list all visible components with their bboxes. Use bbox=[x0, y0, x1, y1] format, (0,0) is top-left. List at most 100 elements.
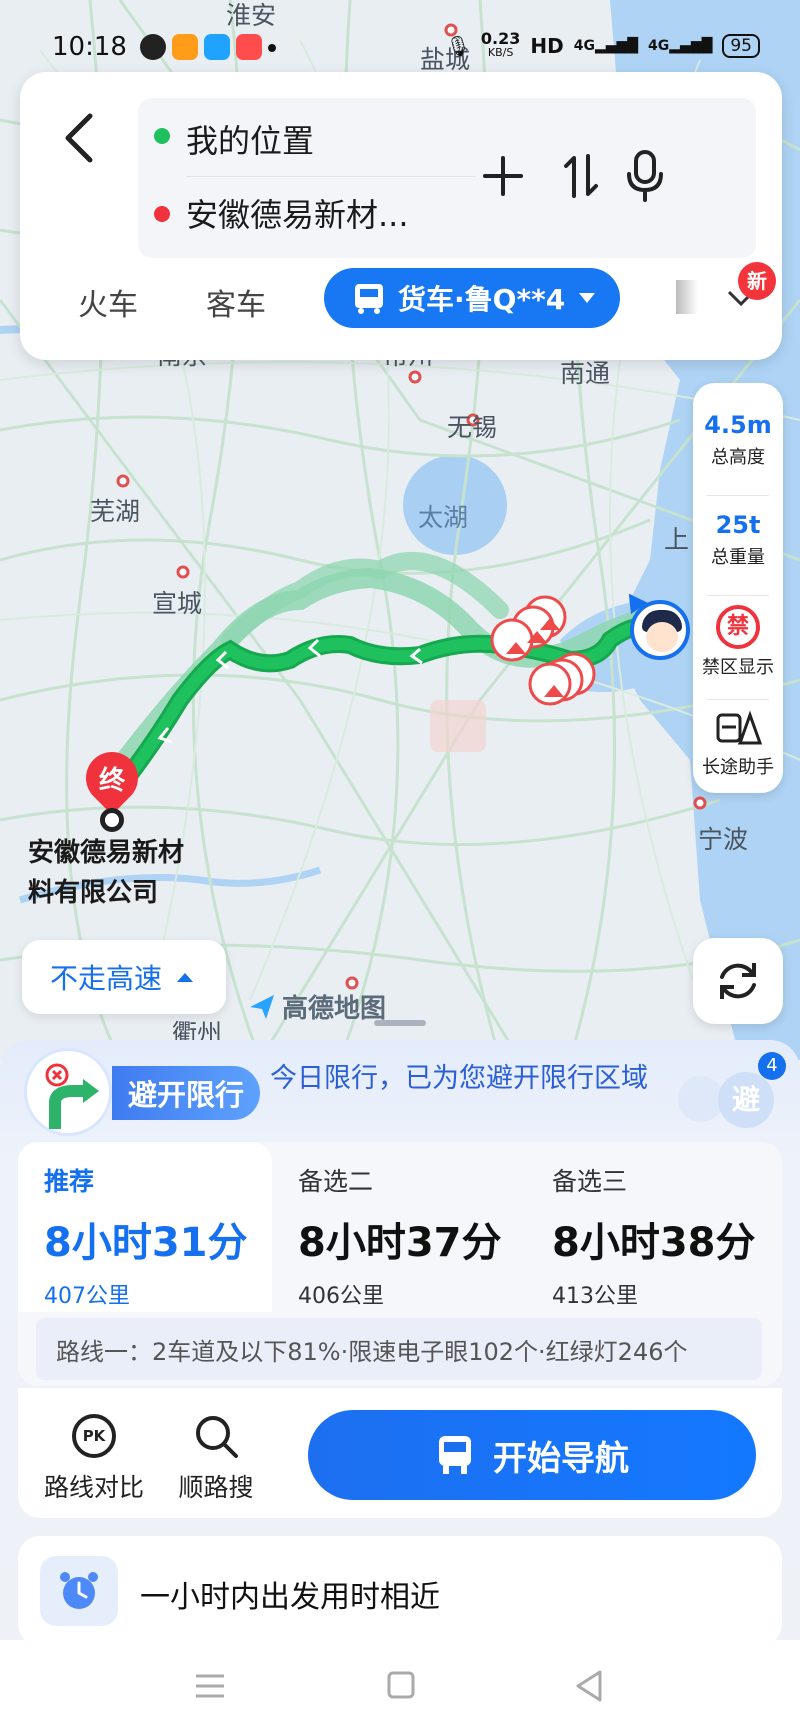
back-arrow-icon bbox=[65, 113, 93, 163]
map-watermark: 高德地图 bbox=[248, 988, 386, 1025]
mic-indicator-icon: 🎙 bbox=[445, 34, 471, 58]
refresh-icon bbox=[720, 963, 756, 999]
video-app-icon bbox=[172, 34, 198, 60]
start-navigation-button[interactable]: 开始导航 bbox=[308, 1410, 756, 1500]
restricted-zone-icon: 禁 bbox=[716, 605, 760, 649]
signal-2-icon: 4G▂▄▆█ bbox=[648, 38, 713, 54]
tip-icon-wrap bbox=[40, 1556, 118, 1626]
destination-label-line1: 安徽德易新材 bbox=[28, 838, 185, 868]
swap-icon bbox=[564, 154, 598, 198]
transport-mode-tabs: 火车 客车 货车·鲁Q**4 新 bbox=[20, 258, 782, 338]
route-actions-bar: PK 路线对比 顺路搜 开始导航 bbox=[18, 1388, 782, 1518]
signal-2-label: 4G bbox=[648, 38, 670, 54]
alarm-clock-icon bbox=[60, 1572, 98, 1609]
refresh-route-button[interactable] bbox=[693, 938, 783, 1024]
route-split-icon bbox=[45, 1063, 99, 1129]
tab-coach[interactable]: 客车 bbox=[206, 280, 266, 324]
route-input-divider bbox=[186, 176, 476, 177]
restriction-route-icon bbox=[24, 1048, 112, 1136]
tab-overflow-hint bbox=[676, 280, 698, 314]
pk-icon-label: PK bbox=[82, 1427, 106, 1445]
status-time: 10:18 bbox=[52, 32, 127, 62]
restricted-zone-icon-label: 禁 bbox=[726, 614, 749, 639]
route-option-name: 备选二 bbox=[298, 1167, 374, 1196]
long-trip-assistant-label: 长途助手 bbox=[702, 757, 774, 778]
destination-pin[interactable]: 终 bbox=[75, 741, 149, 832]
status-indicators: 🎙 0.23 KB/S HD 4G▂▄▆█ 4G▂▄▆█ 95 bbox=[445, 29, 760, 60]
origin-field[interactable]: 我的位置 bbox=[186, 116, 314, 162]
avoid-restriction-pill: 避开限行 bbox=[112, 1066, 260, 1120]
status-bar: 10:18 🎙 0.23 KB/S HD 4G▂▄▆█ 4G▂▄▆█ 95 bbox=[0, 0, 800, 70]
restricted-zone-label: 禁区显示 bbox=[702, 657, 774, 678]
route-option-alt-2[interactable]: 备选二 8小时37分 406公里 bbox=[272, 1142, 526, 1312]
route-option-distance: 406公里 bbox=[298, 1284, 384, 1309]
wechat-icon bbox=[140, 34, 166, 60]
route-compare-button[interactable]: PK 路线对比 bbox=[34, 1410, 154, 1504]
sheet-drag-handle[interactable] bbox=[374, 1020, 426, 1026]
route-option-distance: 407公里 bbox=[44, 1284, 130, 1309]
net-speed-value: 0.23 bbox=[480, 29, 521, 48]
more-notifications-icon bbox=[268, 44, 276, 52]
status-app-icons bbox=[140, 34, 276, 60]
long-trip-assistant-icon bbox=[716, 710, 762, 745]
destination-pin-label: 终 bbox=[98, 766, 125, 796]
place-ningbo: 宁波 bbox=[698, 825, 749, 854]
tool-divider bbox=[707, 699, 769, 700]
route-option-duration: 8小时31分 bbox=[44, 1220, 248, 1266]
place-wuhu: 芜湖 bbox=[90, 497, 141, 526]
avoid-highway-toggle[interactable]: 不走高速 bbox=[22, 940, 226, 1014]
departure-tip-text: 一小时内出发用时相近 bbox=[140, 1580, 440, 1615]
current-location-avatar[interactable] bbox=[630, 600, 690, 660]
truck-icon bbox=[355, 284, 383, 314]
route-search-card: 我的位置 安徽德易新材... 火车 客车 货车·鲁Q**4 新 bbox=[20, 72, 782, 360]
music-app-icon bbox=[236, 34, 262, 60]
avoid-highway-label: 不走高速 bbox=[50, 962, 163, 995]
restriction-message: 今日限行，已为您避开限行区域 bbox=[270, 1063, 648, 1094]
back-button[interactable] bbox=[50, 102, 110, 172]
amap-logo-icon bbox=[250, 994, 274, 1019]
total-weight-value: 25t bbox=[715, 511, 761, 539]
avoid-count-badge: 4 bbox=[758, 1052, 786, 1080]
place-xuancheng: 宣城 bbox=[152, 589, 203, 618]
search-along-route-button[interactable]: 顺路搜 bbox=[156, 1410, 276, 1504]
total-height-label: 总高度 bbox=[711, 447, 765, 468]
route-option-distance: 413公里 bbox=[552, 1284, 638, 1309]
add-waypoint-button[interactable] bbox=[478, 148, 528, 204]
signal-1-label: 4G bbox=[573, 38, 595, 54]
route-option-duration: 8小时37分 bbox=[298, 1220, 502, 1266]
departure-tip-card[interactable]: 一小时内出发用时相近 bbox=[18, 1536, 782, 1646]
new-badge: 新 bbox=[738, 262, 776, 300]
tab-truck-label: 货车·鲁Q**4 bbox=[398, 283, 566, 316]
tool-divider bbox=[707, 595, 769, 596]
pk-icon: PK bbox=[72, 1414, 116, 1458]
destination-field[interactable]: 安徽德易新材... bbox=[186, 190, 409, 236]
route-options-card: 推荐 8小时31分 407公里 备选二 8小时37分 406公里 备选三 8小时… bbox=[18, 1142, 782, 1386]
route-option-alt-3[interactable]: 备选三 8小时38分 413公里 bbox=[526, 1142, 780, 1312]
tab-train[interactable]: 火车 bbox=[78, 280, 138, 324]
signal-1-icon: 4G▂▄▆█ bbox=[573, 38, 639, 54]
total-weight-tool[interactable]: 25t 总重量 bbox=[693, 511, 783, 569]
total-weight-label: 总重量 bbox=[711, 547, 765, 568]
menu-icon[interactable] bbox=[190, 1668, 230, 1704]
restricted-zone-tool[interactable]: 禁 禁区显示 bbox=[693, 605, 783, 679]
start-navigation-label: 开始导航 bbox=[493, 1438, 629, 1479]
plus-icon bbox=[483, 156, 523, 196]
home-icon[interactable] bbox=[380, 1668, 420, 1704]
total-height-tool[interactable]: 4.5m 总高度 bbox=[693, 411, 783, 469]
destination-dot-icon bbox=[154, 206, 170, 222]
swap-route-button[interactable] bbox=[556, 148, 606, 204]
route-option-recommended[interactable]: 推荐 8小时31分 407公里 bbox=[18, 1142, 272, 1312]
total-height-value: 4.5m bbox=[704, 411, 772, 439]
route-option-duration: 8小时38分 bbox=[552, 1220, 756, 1266]
origin-dot-icon bbox=[154, 128, 170, 144]
restriction-banner[interactable]: 避开限行 今日限行，已为您避开限行区域 避 4 bbox=[20, 1044, 786, 1144]
back-nav-icon[interactable] bbox=[570, 1668, 610, 1704]
tab-truck[interactable]: 货车·鲁Q**4 bbox=[324, 268, 620, 328]
net-speed: 0.23 KB/S bbox=[480, 29, 521, 60]
avoid-restriction-button[interactable]: 避 bbox=[718, 1072, 774, 1128]
long-trip-assistant-tool[interactable]: 长途助手 bbox=[693, 709, 783, 779]
microphone-icon bbox=[627, 150, 663, 202]
voice-input-button[interactable] bbox=[620, 148, 670, 204]
search-icon bbox=[196, 1416, 238, 1458]
system-nav-bar bbox=[0, 1640, 800, 1733]
